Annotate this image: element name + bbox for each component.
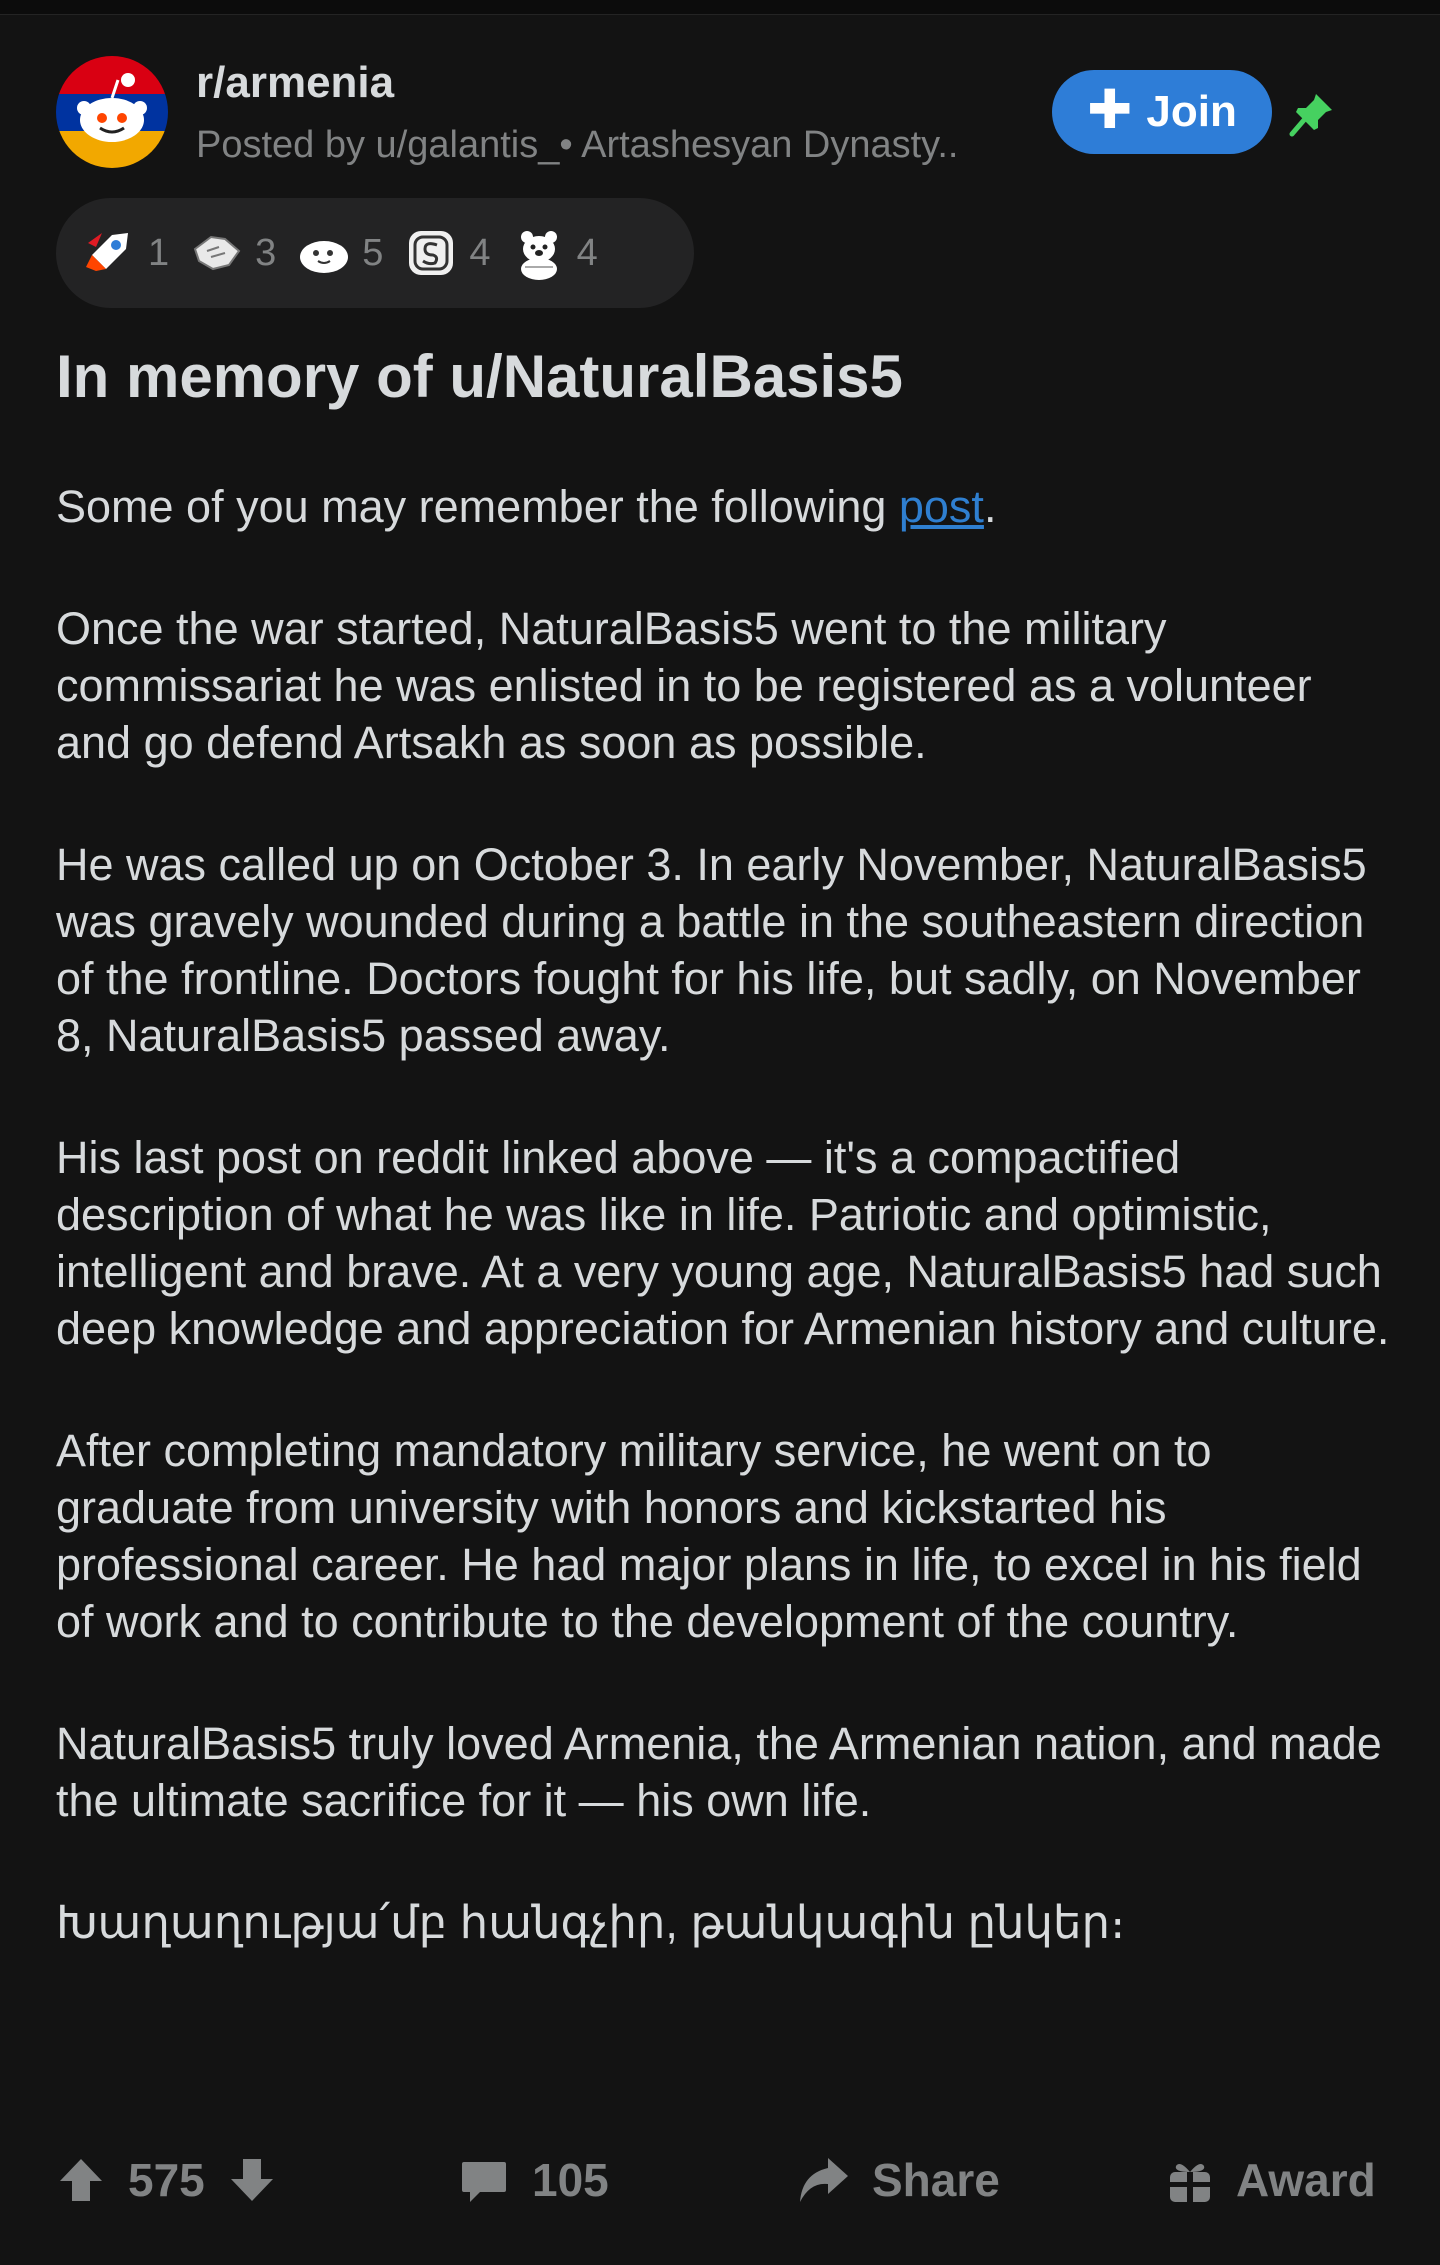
post-body: Some of you may remember the following p… [56, 478, 1396, 2016]
share-button[interactable]: Share [794, 2140, 1000, 2220]
award-button[interactable]: Award [1166, 2140, 1376, 2220]
comment-count: 105 [532, 2154, 609, 2206]
award-item: 1 [82, 225, 169, 281]
award-item: 4 [403, 225, 491, 281]
reddit-snoo-icon [56, 56, 168, 168]
action-bar: 575 105 Share Award [0, 2140, 1440, 2220]
award-count: 3 [255, 231, 277, 274]
bear-award-icon [511, 225, 567, 281]
body-paragraph: Some of you may remember the following p… [56, 478, 1396, 535]
share-label: Share [872, 2154, 1000, 2206]
body-text: . [983, 481, 997, 532]
award-count: 4 [576, 231, 598, 274]
pin-icon [1289, 94, 1332, 137]
body-paragraph: He was called up on October 3. In early … [56, 839, 1367, 1061]
vote-count: 575 [128, 2154, 205, 2206]
armenian-paragraph: Խաղաղությա՛մբ հանգչիր, թանկագին ընկեր։ [56, 1897, 1126, 1948]
blob-award-icon [296, 225, 352, 281]
join-label: Join [1146, 87, 1237, 136]
join-button[interactable]: ✚ Join [1052, 70, 1272, 154]
award-item: 3 [189, 225, 276, 281]
award-count: 1 [148, 231, 170, 274]
body-text: Some of you may remember the following [56, 481, 899, 532]
post-title: In memory of u/NaturalBasis5 [56, 343, 903, 410]
body-paragraph: His last post on reddit linked above — i… [56, 1132, 1390, 1354]
comment-icon [462, 2162, 506, 2202]
awards-bar[interactable]: 1 3 5 4 4 [56, 198, 694, 308]
rocket-award-icon [82, 225, 138, 281]
share-icon [800, 2158, 848, 2202]
award-count: 5 [362, 231, 384, 274]
downvote-icon[interactable] [227, 2155, 277, 2205]
comments-button[interactable]: 105 [458, 2140, 609, 2220]
silver-award-icon [403, 225, 459, 281]
gift-icon [1170, 2164, 1210, 2202]
top-divider [0, 0, 1440, 15]
body-paragraph: After completing mandatory military serv… [56, 1425, 1362, 1647]
subreddit-name[interactable]: r/armenia [196, 58, 394, 108]
award-count: 4 [469, 231, 491, 274]
vote-group: 575 [56, 2140, 277, 2220]
posted-by[interactable]: Posted by u/galantis_• Artashesyan Dynas… [196, 124, 958, 167]
award-label: Award [1236, 2154, 1376, 2206]
handshake-award-icon [189, 225, 245, 281]
award-item: 5 [296, 225, 383, 281]
upvote-icon[interactable] [56, 2155, 106, 2205]
post-link[interactable]: post [899, 481, 984, 532]
body-paragraph: NaturalBasis5 truly loved Armenia, the A… [56, 1718, 1382, 1826]
subreddit-avatar[interactable] [56, 56, 168, 168]
plus-icon: ✚ [1087, 80, 1133, 140]
body-paragraph: Once the war started, NaturalBasis5 went… [56, 603, 1312, 768]
award-item: 4 [511, 225, 598, 281]
